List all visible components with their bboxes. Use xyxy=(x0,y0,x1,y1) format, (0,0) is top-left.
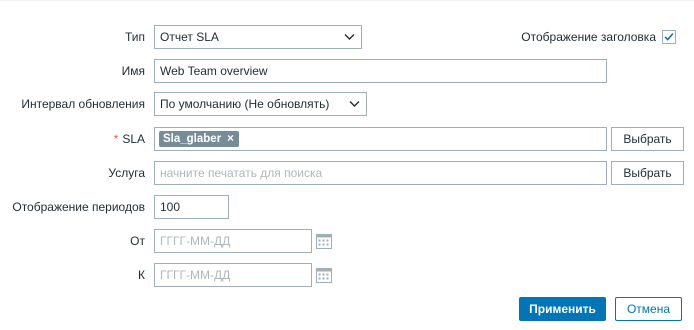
to-label: К xyxy=(138,268,145,282)
to-placeholder: ГГГГ-ММ-ДД xyxy=(160,268,231,282)
type-select-value: Отчет SLA xyxy=(160,30,219,44)
periods-input[interactable]: 100 xyxy=(154,195,229,219)
sla-select-button[interactable]: Выбрать xyxy=(611,127,684,151)
calendar-icon[interactable] xyxy=(316,267,332,283)
refresh-label: Интервал обновления xyxy=(21,97,145,111)
cancel-button[interactable]: Отмена xyxy=(615,297,682,321)
sla-row: * SLA Sla_glaber × Выбрать xyxy=(0,127,694,151)
to-date-input[interactable]: ГГГГ-ММ-ДД xyxy=(154,263,312,287)
remove-chip-icon[interactable]: × xyxy=(227,133,234,145)
type-row: Тип Отчет SLA Отображение заголовка xyxy=(0,25,694,49)
service-label: Услуга xyxy=(108,166,145,180)
sla-multiselect[interactable]: Sla_glaber × xyxy=(154,127,607,151)
chevron-down-icon xyxy=(344,34,355,40)
chevron-down-icon xyxy=(349,101,360,107)
service-input[interactable]: начните печатать для поиска xyxy=(154,161,607,185)
show-header-checkbox[interactable] xyxy=(662,30,676,44)
apply-button[interactable]: Применить xyxy=(519,297,606,321)
sla-label-text: SLA xyxy=(122,132,145,146)
widget-edit-dialog: Тип Отчет SLA Отображение заголовка Имя … xyxy=(0,0,694,330)
name-input[interactable]: Web Team overview xyxy=(154,59,607,83)
sla-chip-label: Sla_glaber xyxy=(163,133,222,145)
refresh-row: Интервал обновления По умолчанию (Не обн… xyxy=(0,92,694,116)
type-select[interactable]: Отчет SLA xyxy=(154,25,362,49)
from-row: От ГГГГ-ММ-ДД xyxy=(0,229,694,253)
periods-label: Отображение периодов xyxy=(12,200,145,214)
periods-row: Отображение периодов 100 xyxy=(0,195,694,219)
name-label: Имя xyxy=(121,64,145,78)
from-label: От xyxy=(130,234,145,248)
checkmark-icon xyxy=(664,33,674,41)
sla-label: * SLA xyxy=(114,127,145,151)
calendar-icon[interactable] xyxy=(316,233,332,249)
service-placeholder: начните печатать для поиска xyxy=(160,166,323,180)
service-select-button[interactable]: Выбрать xyxy=(611,161,684,185)
name-row: Имя Web Team overview xyxy=(0,59,694,83)
refresh-select-value: По умолчанию (Не обновлять) xyxy=(160,97,330,111)
from-placeholder: ГГГГ-ММ-ДД xyxy=(160,234,231,248)
name-input-value: Web Team overview xyxy=(160,64,268,78)
show-header-label: Отображение заголовка xyxy=(521,30,656,44)
service-row: Услуга начните печатать для поиска Выбра… xyxy=(0,161,694,185)
dialog-header-divider xyxy=(0,0,694,1)
type-label: Тип xyxy=(124,30,145,44)
required-mark: * xyxy=(113,132,119,146)
to-row: К ГГГГ-ММ-ДД xyxy=(0,263,694,287)
from-date-input[interactable]: ГГГГ-ММ-ДД xyxy=(154,229,312,253)
periods-input-value: 100 xyxy=(160,200,181,214)
sla-chip: Sla_glaber × xyxy=(159,131,239,147)
refresh-select[interactable]: По умолчанию (Не обновлять) xyxy=(154,92,367,116)
